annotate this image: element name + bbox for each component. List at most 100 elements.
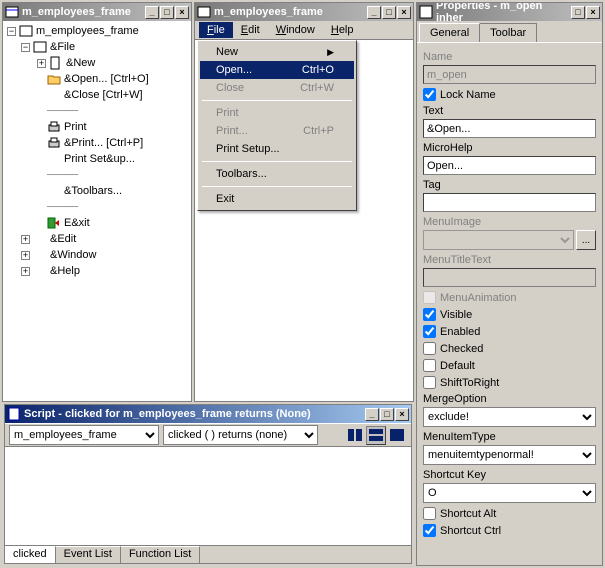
checkbox-enabled[interactable] bbox=[423, 325, 436, 338]
close-button[interactable]: × bbox=[175, 6, 189, 19]
view-btn-1[interactable] bbox=[345, 426, 365, 445]
expand-icon[interactable]: − bbox=[21, 43, 30, 52]
label-name: Name bbox=[423, 51, 596, 63]
event-select[interactable]: clicked ( ) returns (none) bbox=[163, 425, 318, 445]
expand-icon[interactable]: + bbox=[21, 267, 30, 276]
tree-root[interactable]: −m_employees_frame bbox=[5, 23, 189, 39]
menu-print[interactable]: Print bbox=[200, 104, 354, 122]
tree-item-printdlg[interactable]: &Print... [Ctrl+P] bbox=[5, 135, 189, 151]
script-tabs: clicked Event List Function List bbox=[5, 545, 411, 563]
checkbox-shifttoright[interactable] bbox=[423, 376, 436, 389]
tree-item-setup[interactable]: Print Set&up... bbox=[5, 151, 189, 167]
tree-item-open[interactable]: &Open... [Ctrl+O] bbox=[5, 71, 189, 87]
tree-item-window[interactable]: +&Window bbox=[5, 247, 189, 263]
tree-label: &New bbox=[66, 57, 95, 69]
maximize-button[interactable]: □ bbox=[160, 6, 174, 19]
view-btn-2[interactable] bbox=[366, 426, 386, 445]
input-microhelp[interactable] bbox=[423, 156, 596, 175]
menu-open[interactable]: Open...Ctrl+O bbox=[200, 61, 354, 79]
script-title: Script - clicked for m_employees_frame r… bbox=[24, 408, 311, 420]
checkbox-shortcutctrl[interactable] bbox=[423, 524, 436, 537]
check-default[interactable]: Default bbox=[423, 359, 596, 372]
input-text[interactable] bbox=[423, 119, 596, 138]
checkbox-checked[interactable] bbox=[423, 342, 436, 355]
label-mergeoption: MergeOption bbox=[423, 393, 596, 405]
folder-open-icon bbox=[47, 72, 61, 86]
checkbox-lockname[interactable] bbox=[423, 88, 436, 101]
close-button[interactable]: × bbox=[586, 6, 600, 19]
script-icon bbox=[7, 407, 21, 421]
menubar-file[interactable]: File bbox=[199, 22, 233, 38]
select-shortcutkey[interactable]: O bbox=[423, 483, 596, 503]
menu-setup[interactable]: Print Setup... bbox=[200, 140, 354, 158]
menubar-edit[interactable]: Edit bbox=[233, 22, 268, 38]
maximize-button[interactable]: □ bbox=[382, 6, 396, 19]
tree-item-toolbars[interactable]: &Toolbars... bbox=[5, 183, 189, 199]
printer-icon bbox=[47, 120, 61, 134]
check-visible[interactable]: Visible bbox=[423, 308, 596, 321]
tab-general[interactable]: General bbox=[419, 23, 480, 42]
menu-label: New bbox=[216, 46, 238, 58]
maximize-button[interactable]: □ bbox=[380, 408, 394, 421]
checkbox-visible[interactable] bbox=[423, 308, 436, 321]
check-shifttoright[interactable]: ShiftToRight bbox=[423, 376, 596, 389]
minimize-button[interactable]: _ bbox=[367, 6, 381, 19]
tree-label: &Toolbars... bbox=[64, 185, 122, 197]
tree-label: E&xit bbox=[64, 217, 90, 229]
check-shortcutctrl[interactable]: Shortcut Ctrl bbox=[423, 524, 596, 537]
tab-toolbar[interactable]: Toolbar bbox=[479, 23, 537, 42]
menu-new[interactable]: New▶ bbox=[200, 43, 354, 61]
menu-label: Exit bbox=[216, 193, 234, 205]
check-shortcutalt[interactable]: Shortcut Alt bbox=[423, 507, 596, 520]
tree-item-new[interactable]: + &New bbox=[5, 55, 189, 71]
browse-button[interactable]: ... bbox=[576, 230, 596, 250]
object-select[interactable]: m_employees_frame bbox=[9, 425, 159, 445]
close-button[interactable]: × bbox=[395, 408, 409, 421]
checkbox-shortcutalt[interactable] bbox=[423, 507, 436, 520]
expand-icon[interactable]: + bbox=[37, 59, 46, 68]
menu-title: m_employees_frame bbox=[214, 6, 323, 18]
check-enabled[interactable]: Enabled bbox=[423, 325, 596, 338]
tree-item-exit[interactable]: E&xit bbox=[5, 215, 189, 231]
check-lockname[interactable]: Lock Name bbox=[423, 88, 596, 101]
menu-close[interactable]: CloseCtrl+W bbox=[200, 79, 354, 97]
tree-item-close[interactable]: &Close [Ctrl+W] bbox=[5, 87, 189, 103]
menu-exit[interactable]: Exit bbox=[200, 190, 354, 208]
menubar-window[interactable]: Window bbox=[268, 22, 323, 38]
select-menuitemtype[interactable]: menuitemtypenormal! bbox=[423, 445, 596, 465]
tree-panel: m_employees_frame _ □ × −m_employees_fra… bbox=[2, 2, 192, 402]
menu-icon bbox=[5, 5, 19, 19]
menu-shortcut: Ctrl+O bbox=[282, 64, 334, 76]
tree-item-edit[interactable]: + &Edit bbox=[5, 231, 189, 247]
menu-icon bbox=[33, 40, 47, 54]
expand-icon[interactable]: − bbox=[7, 27, 16, 36]
script-editor[interactable] bbox=[5, 447, 411, 545]
tab-eventlist[interactable]: Event List bbox=[56, 546, 121, 563]
expand-icon[interactable]: + bbox=[21, 235, 30, 244]
tab-functionlist[interactable]: Function List bbox=[121, 546, 200, 563]
minimize-button[interactable]: _ bbox=[145, 6, 159, 19]
select-mergeoption[interactable]: exclude! bbox=[423, 407, 596, 427]
minimize-button[interactable]: _ bbox=[365, 408, 379, 421]
menu-preview-panel: m_employees_frame _ □ × File Edit Window… bbox=[194, 2, 414, 402]
input-tag[interactable] bbox=[423, 193, 596, 212]
menu-toolbars[interactable]: Toolbars... bbox=[200, 165, 354, 183]
close-button[interactable]: × bbox=[397, 6, 411, 19]
menu-printdlg[interactable]: Print...Ctrl+P bbox=[200, 122, 354, 140]
label-menutitletext: MenuTitleText bbox=[423, 254, 596, 266]
maximize-button[interactable]: □ bbox=[571, 6, 585, 19]
menu-label: Print... bbox=[216, 125, 248, 137]
checkbox-default[interactable] bbox=[423, 359, 436, 372]
view-btn-3[interactable] bbox=[387, 426, 407, 445]
tree-label: &Edit bbox=[50, 233, 76, 245]
blank-icon bbox=[47, 88, 61, 102]
check-checked[interactable]: Checked bbox=[423, 342, 596, 355]
tree-label: Print Set&up... bbox=[64, 153, 135, 165]
props-body: Name Lock Name Text MicroHelp Tag MenuIm… bbox=[417, 42, 602, 565]
tree-item-file[interactable]: −&File bbox=[5, 39, 189, 55]
tab-clicked[interactable]: clicked bbox=[5, 546, 56, 563]
expand-icon[interactable]: + bbox=[21, 251, 30, 260]
tree-item-print[interactable]: Print bbox=[5, 119, 189, 135]
menubar-help[interactable]: Help bbox=[323, 22, 362, 38]
tree-item-help[interactable]: +&Help bbox=[5, 263, 189, 279]
